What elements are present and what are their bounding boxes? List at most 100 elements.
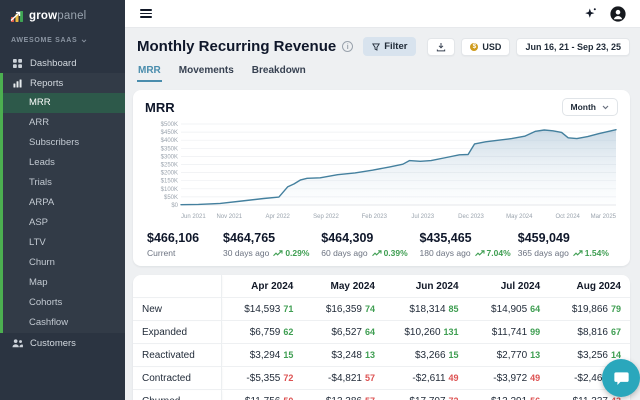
stat-change: 0.39%: [372, 248, 408, 258]
chevron-down-icon: [81, 39, 87, 43]
period-select-value: Month: [571, 102, 597, 112]
stat-change: 0.29%: [273, 248, 309, 258]
svg-text:$200K: $200K: [161, 171, 178, 177]
table-cell: $19,86679: [549, 298, 630, 321]
app-window: growpanel AWESOME SAAS Dashboard Reports: [0, 0, 640, 400]
svg-text:Mar 2025: Mar 2025: [591, 214, 617, 220]
table-cell: $10,260131: [384, 321, 468, 344]
stat-value: $464,765: [223, 231, 321, 245]
sidebar-nav: Dashboard Reports MRRARRSubscribersLeads…: [0, 53, 125, 400]
sidebar-item-asp[interactable]: ASP: [3, 213, 125, 233]
stat-label: 180 days ago: [420, 248, 471, 258]
currency-button[interactable]: $ USD: [461, 38, 510, 56]
main-area: Monthly Recurring Revenue i Filter $ USD: [125, 0, 640, 400]
stat-value: $459,049: [518, 231, 616, 245]
column-header: Aug 2024: [549, 275, 630, 298]
sparkle-ai-icon[interactable]: [584, 7, 597, 20]
chart-title: MRR: [145, 100, 175, 115]
column-header: May 2024: [302, 275, 384, 298]
download-button[interactable]: [427, 38, 455, 56]
workspace-selector[interactable]: AWESOME SAAS: [0, 29, 125, 53]
tab-mrr[interactable]: MRR: [137, 65, 162, 82]
stat-30-days-ago: $464,76530 days ago0.29%: [223, 231, 321, 258]
date-range-label: Jun 16, 21 - Sep 23, 25: [525, 42, 621, 52]
svg-text:$250K: $250K: [161, 163, 178, 169]
table-row-reactivated: Reactivated$3,29415$3,24813$3,26615$2,77…: [133, 344, 630, 367]
user-avatar[interactable]: [610, 6, 626, 22]
mrr-chart-card: MRR Month $500K$450K$400K$350K$300K$250K…: [133, 90, 630, 266]
period-select[interactable]: Month: [562, 98, 619, 116]
brand-logo[interactable]: growpanel: [0, 0, 125, 29]
stat-value: $466,106: [147, 231, 223, 245]
info-icon[interactable]: i: [342, 41, 353, 52]
sidebar-item-cashflow[interactable]: Cashflow: [3, 313, 125, 333]
table-row-new: New$14,59371$16,35974$18,31485$14,90564$…: [133, 298, 630, 321]
svg-text:$100K: $100K: [161, 187, 178, 193]
sidebar-item-ltv[interactable]: LTV: [3, 233, 125, 253]
chat-widget-button[interactable]: [602, 359, 640, 397]
svg-text:$50K: $50K: [164, 195, 178, 201]
sidebar-item-arr[interactable]: ARR: [3, 113, 125, 133]
page-header: Monthly Recurring Revenue i Filter $ USD: [133, 37, 630, 56]
stats-row: $466,106Current$464,76530 days ago0.29%$…: [145, 228, 618, 260]
column-header: Jun 2024: [384, 275, 468, 298]
sidebar-item-customers[interactable]: Customers: [0, 333, 125, 353]
table-cell: $2,77013: [468, 344, 550, 367]
coin-usd-icon: $: [470, 43, 478, 51]
header-actions: $ USD Jun 16, 21 - Sep 23, 25: [427, 38, 630, 56]
table-cell: -$13,38657: [302, 390, 384, 400]
svg-text:Dec 2023: Dec 2023: [458, 214, 484, 220]
mrr-area-chart: $500K$450K$400K$350K$300K$250K$200K$150K…: [145, 119, 618, 223]
chevron-down-icon: [602, 105, 609, 110]
svg-text:Jun 2021: Jun 2021: [181, 214, 206, 220]
trend-up-icon: [475, 250, 485, 257]
sidebar-item-trials[interactable]: Trials: [3, 173, 125, 193]
svg-text:$500K: $500K: [161, 122, 178, 128]
table-cell: $18,31485: [384, 298, 468, 321]
table-cell: $14,90564: [468, 298, 550, 321]
speech-bubble-icon: [613, 371, 630, 386]
filter-button-label: Filter: [384, 41, 407, 52]
trend-up-icon: [372, 250, 382, 257]
brand-name: growpanel: [29, 10, 86, 22]
bar-chart-icon: [12, 79, 23, 88]
svg-text:Sep 2022: Sep 2022: [313, 214, 339, 220]
sidebar-item-churn[interactable]: Churn: [3, 253, 125, 273]
users-icon: [12, 338, 23, 348]
svg-text:Apr 2022: Apr 2022: [266, 214, 291, 220]
sidebar-item-map[interactable]: Map: [3, 273, 125, 293]
hamburger-menu-icon[interactable]: [140, 7, 152, 21]
table-cell: $3,29415: [221, 344, 302, 367]
sidebar-item-subscribers[interactable]: Subscribers: [3, 133, 125, 153]
filter-button[interactable]: Filter: [363, 37, 416, 56]
table-cell: -$17,70772: [384, 390, 468, 400]
sidebar-item-leads[interactable]: Leads: [3, 153, 125, 173]
tab-movements[interactable]: Movements: [178, 65, 235, 82]
sidebar-item-label: Reports: [30, 78, 63, 89]
sidebar-item-arpa[interactable]: ARPA: [3, 193, 125, 213]
sidebar-item-dashboard[interactable]: Dashboard: [0, 53, 125, 73]
row-label: New: [133, 298, 221, 321]
table-row-contracted: Contracted-$5,35572-$4,82157-$2,61149-$3…: [133, 367, 630, 390]
sidebar-item-mrr[interactable]: MRR: [3, 93, 125, 113]
trend-up-icon: [273, 250, 283, 257]
topbar: [125, 0, 640, 28]
table-cell: $6,52764: [302, 321, 384, 344]
mrr-table-body: New$14,59371$16,35974$18,31485$14,90564$…: [133, 298, 630, 400]
mrr-movements-table-card: Apr 2024May 2024Jun 2024Jul 2024Aug 2024…: [133, 275, 630, 400]
sidebar-item-cohorts[interactable]: Cohorts: [3, 293, 125, 313]
table-cell: $6,75962: [221, 321, 302, 344]
table-cell: $16,35974: [302, 298, 384, 321]
stat-change: 7.04%: [475, 248, 511, 258]
table-row-churned: Churned-$11,75650-$13,38657-$17,70772-$1…: [133, 390, 630, 400]
stat-60-days-ago: $464,30960 days ago0.39%: [321, 231, 419, 258]
column-header: Jul 2024: [468, 275, 550, 298]
tab-breakdown[interactable]: Breakdown: [251, 65, 307, 82]
column-header: Apr 2024: [221, 275, 302, 298]
dashboard-grid-icon: [12, 59, 23, 68]
sidebar-item-reports[interactable]: Reports: [3, 73, 125, 93]
date-range-button[interactable]: Jun 16, 21 - Sep 23, 25: [516, 38, 630, 56]
trend-up-icon: [573, 250, 583, 257]
svg-text:May 2024: May 2024: [506, 214, 533, 220]
table-cell: $11,74199: [468, 321, 550, 344]
